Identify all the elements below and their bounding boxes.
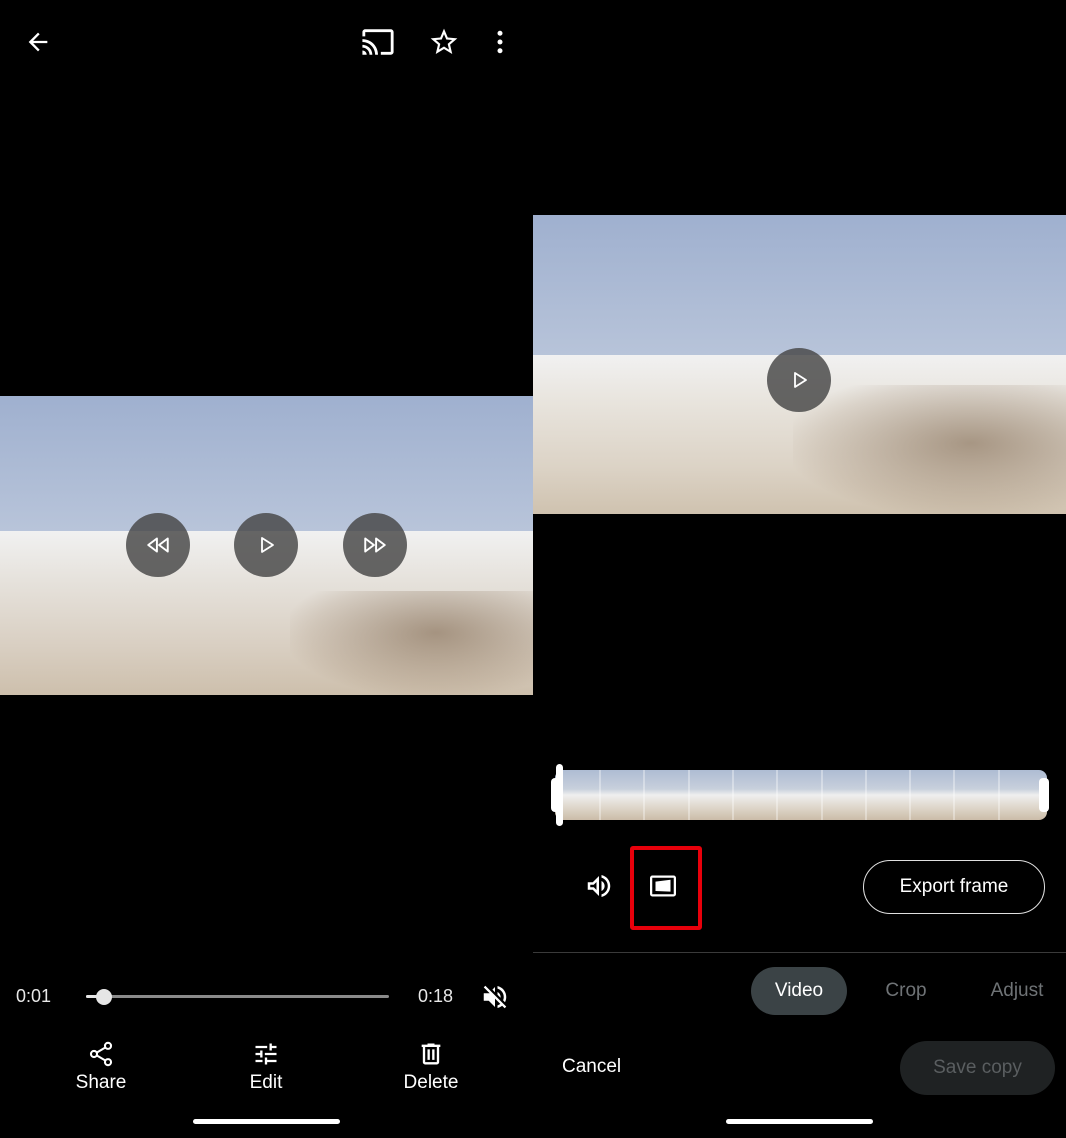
tab-crop-label: Crop (885, 980, 927, 1001)
cast-icon (362, 29, 394, 55)
video-frame[interactable] (0, 396, 533, 695)
fast-forward-icon (364, 537, 386, 553)
home-indicator[interactable] (193, 1119, 340, 1124)
tab-adjust[interactable]: Adjust (979, 967, 1055, 1015)
tune-icon (255, 1043, 277, 1065)
divider (533, 952, 1066, 953)
seek-bar[interactable] (86, 995, 389, 998)
save-copy-label: Save copy (933, 1057, 1022, 1078)
delete-label: Delete (403, 1072, 459, 1093)
trim-timeline[interactable] (555, 770, 1047, 820)
editor-play-button[interactable] (767, 348, 831, 412)
trash-icon (421, 1043, 441, 1065)
video-viewer-panel: 0:01 0:18 Share Edit Delete (0, 0, 533, 1138)
tab-crop[interactable]: Crop (869, 967, 943, 1015)
tab-video[interactable]: Video (751, 967, 847, 1015)
volume-button[interactable] (579, 866, 619, 906)
share-button[interactable]: Share (46, 1040, 156, 1094)
save-copy-button[interactable]: Save copy (900, 1041, 1055, 1095)
rewind-icon (147, 537, 169, 553)
arrow-back-icon (28, 32, 48, 52)
export-frame-label: Export frame (899, 876, 1009, 897)
home-indicator[interactable] (726, 1119, 873, 1124)
video-editor-panel: Export frame Video Crop Adjust Cancel Sa… (533, 0, 1066, 1138)
back-button[interactable] (18, 22, 58, 62)
mute-button[interactable] (476, 978, 514, 1016)
favorite-button[interactable] (422, 20, 466, 64)
edit-button[interactable]: Edit (211, 1040, 321, 1094)
trim-end-handle[interactable] (1039, 778, 1049, 812)
rewind-button[interactable] (126, 513, 190, 577)
export-frame-button[interactable]: Export frame (863, 860, 1045, 914)
editor-video-preview[interactable] (533, 215, 1066, 514)
star-outline-icon (430, 28, 458, 54)
play-icon (794, 372, 807, 388)
more-options-button[interactable] (480, 20, 520, 64)
highlight-box (630, 846, 702, 930)
tab-adjust-label: Adjust (990, 980, 1044, 1001)
share-icon (89, 1041, 113, 1067)
tab-video-label: Video (774, 980, 824, 1001)
play-icon (261, 537, 274, 553)
share-label: Share (75, 1072, 127, 1093)
seek-thumb[interactable] (96, 989, 112, 1005)
play-button[interactable] (234, 513, 298, 577)
total-time: 0:18 (418, 986, 454, 1006)
cast-button[interactable] (356, 20, 400, 64)
cancel-button[interactable]: Cancel (562, 1056, 621, 1078)
delete-button[interactable]: Delete (376, 1040, 486, 1094)
playhead[interactable] (556, 764, 563, 826)
fast-forward-button[interactable] (343, 513, 407, 577)
current-time: 0:01 (16, 986, 52, 1006)
volume-off-icon (483, 985, 507, 1009)
more-vert-icon (497, 30, 503, 54)
volume-up-icon (587, 875, 611, 897)
edit-label: Edit (249, 1072, 283, 1093)
